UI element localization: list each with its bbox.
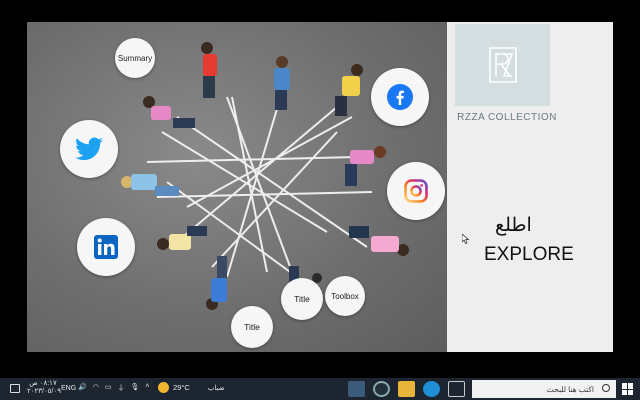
summary-circle[interactable]: Summary (115, 38, 155, 78)
usb-icon[interactable]: ⏚ (117, 383, 124, 393)
file-explorer-icon[interactable] (398, 381, 415, 397)
taskbar-search-box[interactable]: اكتب هنا للبحث (472, 380, 616, 398)
weather-widget[interactable]: 29°C ضباب (158, 382, 225, 393)
weather-temp: 29°C (173, 383, 190, 392)
instagram-icon (404, 179, 428, 203)
rz-monogram-icon (488, 47, 517, 83)
clock-time: ٠٨:١٧ ص (29, 380, 57, 387)
pinned-apps (348, 381, 465, 397)
taskbar: ٠٨:١٧ ص ٢٠٢٣/٠٥/٠٩ ENG 🔊 ◠ ▭ ⏚ 🎙 ˄ 29°C … (0, 378, 640, 400)
instagram-circle[interactable] (387, 162, 445, 220)
app-icon-2[interactable] (373, 381, 390, 397)
sun-icon (158, 382, 169, 393)
brand-logo (455, 24, 550, 106)
title-label-1: Title (294, 294, 310, 304)
twitter-circle[interactable] (60, 120, 118, 178)
title-circle-2[interactable]: Title (231, 306, 273, 348)
twitter-icon (75, 137, 103, 161)
weather-label: ضباب (207, 384, 225, 392)
linkedin-icon (94, 235, 118, 259)
arabic-explore-text: اطلع (495, 214, 532, 236)
clock-date: ٢٠٢٣/٠٥/٠٩ (27, 388, 61, 395)
linkedin-circle[interactable] (77, 218, 135, 276)
title-circle-1[interactable]: Title (281, 278, 323, 320)
toolbox-label: Toolbox (331, 291, 359, 301)
start-button[interactable] (622, 383, 634, 395)
battery-icon[interactable]: ▭ (105, 383, 112, 393)
language-indicator[interactable]: ENG (61, 385, 76, 392)
wifi-icon[interactable]: ◠ (93, 383, 99, 393)
system-tray[interactable]: 🔊 ◠ ▭ ⏚ 🎙 ˄ (78, 383, 149, 393)
screen: Summary Title Toolbox Title RZZA COLLECT… (0, 0, 640, 400)
summary-label: Summary (117, 53, 153, 63)
facebook-icon (387, 84, 413, 110)
task-view-icon[interactable] (448, 381, 465, 397)
clock[interactable]: ٠٨:١٧ ص ٢٠٢٣/٠٥/٠٩ (27, 380, 61, 396)
presentation-slide[interactable]: Summary Title Toolbox Title RZZA COLLECT… (27, 22, 613, 352)
toolbox-circle[interactable]: Toolbox (325, 276, 365, 316)
facebook-circle[interactable] (371, 68, 429, 126)
explore-text: EXPLORE (484, 244, 574, 265)
mouse-cursor-icon (462, 234, 470, 244)
notifications-icon[interactable] (10, 384, 20, 393)
title-label-2: Title (244, 322, 260, 332)
search-icon (602, 384, 610, 392)
chevron-up-icon[interactable]: ˄ (145, 383, 149, 393)
edge-browser-icon[interactable] (423, 381, 440, 397)
brand-name: RZZA COLLECTION (457, 112, 557, 123)
microphone-icon[interactable]: 🎙 (130, 383, 139, 393)
app-icon-1[interactable] (348, 381, 365, 397)
search-placeholder: اكتب هنا للبحث (546, 384, 594, 394)
windows-logo-icon (622, 383, 627, 389)
volume-icon[interactable]: 🔊 (78, 383, 87, 393)
